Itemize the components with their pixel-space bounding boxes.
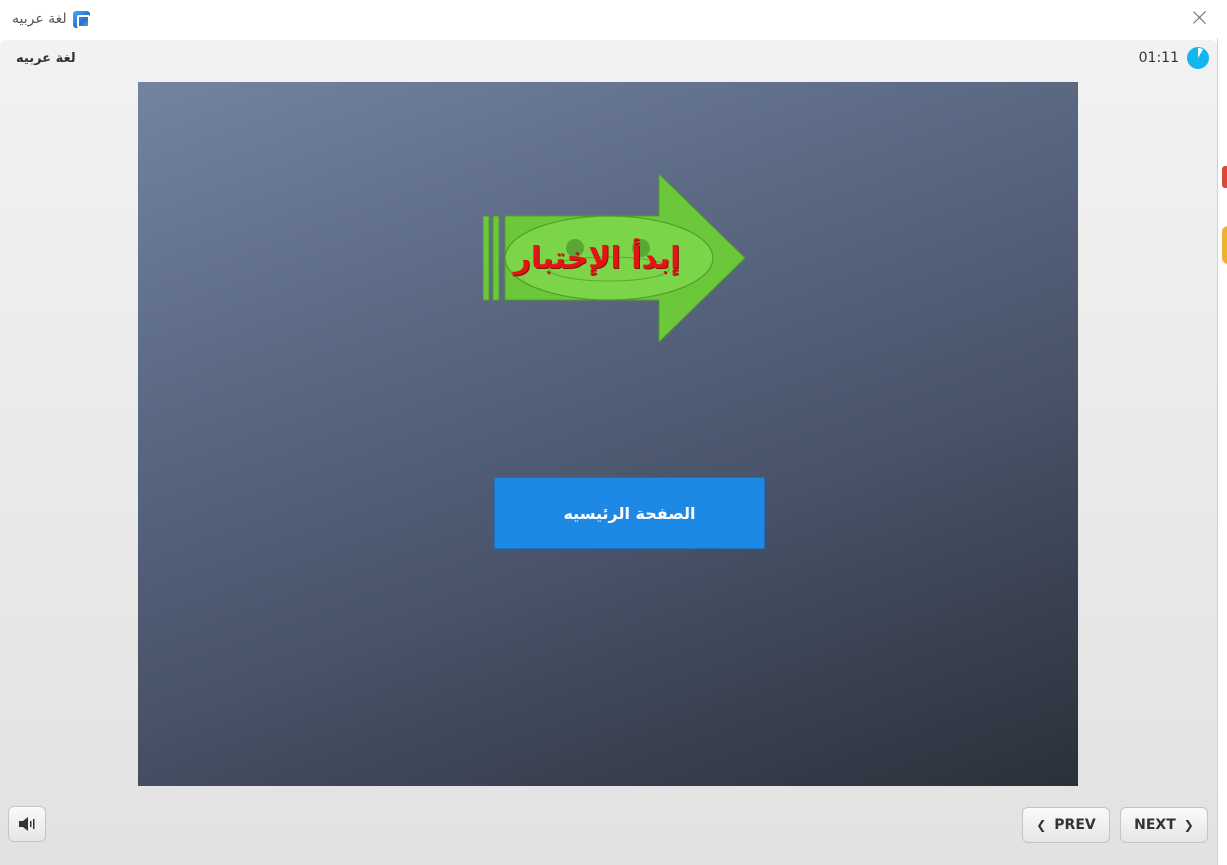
background-window-edge bbox=[1217, 38, 1227, 865]
chevron-right-icon: ❯ bbox=[1183, 818, 1194, 832]
window-title: لغة عربيه bbox=[12, 11, 67, 27]
prev-button[interactable]: ❮ PREV bbox=[1022, 807, 1110, 843]
start-quiz-label-wrap: إبدأ الإختبار bbox=[483, 174, 745, 342]
slide-canvas: إبدأ الإختبار الصفحة الرئيسيه bbox=[138, 82, 1078, 786]
course-title: لغة عربيه bbox=[16, 51, 76, 66]
audio-toggle-button[interactable] bbox=[8, 806, 46, 842]
next-button[interactable]: NEXT ❯ bbox=[1120, 807, 1208, 843]
start-quiz-label: إبدأ الإختبار bbox=[513, 240, 681, 276]
timer-text: 01:11 bbox=[1138, 50, 1179, 66]
window-title-group: لغة عربيه bbox=[12, 8, 90, 30]
speaker-icon bbox=[19, 817, 35, 831]
window-titlebar: لغة عربيه bbox=[0, 0, 1227, 38]
prev-label: PREV bbox=[1054, 817, 1096, 833]
timer: 01:11 bbox=[1139, 47, 1209, 69]
close-icon[interactable] bbox=[1193, 10, 1207, 24]
timer-pie-icon bbox=[1187, 47, 1209, 69]
chevron-left-icon: ❮ bbox=[1036, 818, 1047, 832]
background-edge-mark bbox=[1222, 226, 1227, 264]
start-quiz-arrow-button[interactable]: إبدأ الإختبار bbox=[482, 172, 746, 344]
app-logo-icon bbox=[72, 10, 90, 28]
home-page-label: الصفحة الرئيسيه bbox=[563, 503, 696, 523]
next-label: NEXT bbox=[1134, 817, 1176, 833]
home-page-button[interactable]: الصفحة الرئيسيه bbox=[494, 477, 765, 549]
background-edge-mark bbox=[1222, 166, 1227, 188]
